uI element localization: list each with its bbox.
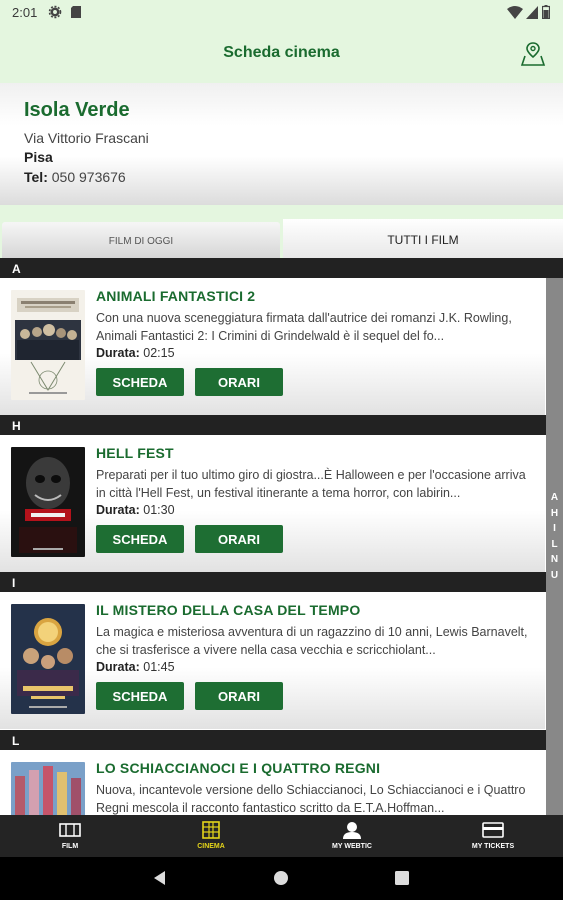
system-nav-bar <box>0 857 563 900</box>
index-letter[interactable]: N <box>546 552 563 568</box>
film-title[interactable]: HELL FEST <box>96 445 174 461</box>
nav-label: MY WEBTIC <box>332 843 372 850</box>
film-duration: Durata: 02:15 <box>96 346 175 360</box>
orari-button[interactable]: ORARI <box>195 682 283 710</box>
duration-value: 01:30 <box>143 503 175 517</box>
nav-label: FILM <box>61 843 79 850</box>
duration-label: Durata: <box>96 346 140 360</box>
phone-label: Tel: <box>24 169 48 185</box>
cinema-address: Via Vittorio Frascani <box>24 130 149 146</box>
film-description: La magica e misteriosa avventura di un r… <box>96 625 528 657</box>
film-description: Con una nuova sceneggiatura firmata dall… <box>96 311 512 343</box>
film-row[interactable]: IL MISTERO DELLA CASA DEL TEMPO La magic… <box>0 592 545 729</box>
duration-label: Durata: <box>96 660 140 674</box>
duration-label: Durata: <box>96 503 140 517</box>
recents-icon[interactable] <box>393 869 411 887</box>
app-bar: Scheda cinema <box>0 25 563 83</box>
nav-my-tickets[interactable]: MY TICKETS <box>423 815 563 857</box>
section-header: L <box>0 730 563 750</box>
film-description: Preparati per il tuo ultimo giro di gios… <box>96 468 526 500</box>
film-poster[interactable] <box>11 762 85 815</box>
person-icon <box>343 822 361 839</box>
index-letter[interactable]: U <box>546 568 563 584</box>
signal-icon <box>526 6 538 19</box>
section-header: H <box>0 415 563 435</box>
settings-icon <box>48 5 62 19</box>
film-poster[interactable] <box>11 290 85 400</box>
nav-label: MY TICKETS <box>471 843 515 850</box>
film-title[interactable]: LO SCHIACCIANOCI E I QUATTRO REGNI <box>96 760 380 776</box>
map-pin-icon[interactable] <box>519 40 547 68</box>
cinema-info-card: Isola Verde Via Vittorio Frascani Pisa T… <box>0 83 563 205</box>
nav-my-webtic[interactable]: MY WEBTIC <box>282 815 422 857</box>
nav-label: CINEMA <box>197 843 225 850</box>
film-tabs: FILM DI OGGI TUTTI I FILM <box>0 205 563 258</box>
film-duration: Durata: 01:45 <box>96 660 175 674</box>
status-time: 2:01 <box>12 5 38 20</box>
alphabet-index[interactable]: A H I L N U <box>546 490 563 583</box>
phone-value: 050 973676 <box>51 169 126 185</box>
nav-cinema[interactable]: CINEMA <box>141 815 281 857</box>
sd-card-icon <box>71 6 81 18</box>
orari-button[interactable]: ORARI <box>195 525 283 553</box>
film-poster[interactable] <box>11 447 85 557</box>
page-title: Scheda cinema <box>223 44 340 61</box>
home-icon[interactable] <box>272 869 290 887</box>
scheda-button[interactable]: SCHEDA <box>96 368 184 396</box>
cinema-city: Pisa <box>24 149 53 165</box>
wifi-icon <box>507 6 523 19</box>
index-letter[interactable]: I <box>546 521 563 537</box>
index-letter[interactable]: L <box>546 537 563 553</box>
section-header: A <box>0 258 563 278</box>
section-header: I <box>0 572 563 592</box>
index-letter[interactable]: H <box>546 506 563 522</box>
duration-value: 01:45 <box>143 660 175 674</box>
scheda-button[interactable]: SCHEDA <box>96 525 184 553</box>
film-poster[interactable] <box>11 604 85 714</box>
film-row[interactable]: LO SCHIACCIANOCI E I QUATTRO REGNI Nuova… <box>0 750 545 815</box>
tab-tutti-i-film[interactable]: TUTTI I FILM <box>283 219 563 258</box>
bottom-nav: FILM CINEMA MY WEBTIC MY TICKETS <box>0 815 563 857</box>
nav-film[interactable]: FILM <box>0 815 140 857</box>
scheda-button[interactable]: SCHEDA <box>96 682 184 710</box>
film-title[interactable]: IL MISTERO DELLA CASA DEL TEMPO <box>96 602 360 618</box>
back-icon[interactable] <box>151 869 169 887</box>
film-title[interactable]: ANIMALI FANTASTICI 2 <box>96 288 255 304</box>
film-list[interactable]: A ANIMALI FANTASTICI 2 Con una nuova sce… <box>0 258 563 815</box>
index-letter[interactable]: A <box>546 490 563 506</box>
film-icon <box>59 823 81 837</box>
film-row[interactable]: ANIMALI FANTASTICI 2 Con una nuova scene… <box>0 278 545 415</box>
status-bar: 2:01 <box>0 0 563 25</box>
battery-icon <box>542 5 550 19</box>
tab-film-di-oggi[interactable]: FILM DI OGGI <box>2 222 280 258</box>
orari-button[interactable]: ORARI <box>195 368 283 396</box>
cinema-name: Isola Verde <box>24 99 130 121</box>
cinema-phone[interactable]: Tel: 050 973676 <box>24 169 126 185</box>
duration-value: 02:15 <box>143 346 175 360</box>
film-row[interactable]: HELL FEST Preparati per il tuo ultimo gi… <box>0 435 545 572</box>
film-duration: Durata: 01:30 <box>96 503 175 517</box>
ticket-card-icon <box>482 822 504 838</box>
film-description: Nuova, incantevole versione dello Schiac… <box>96 783 526 815</box>
cinema-building-icon <box>202 821 220 839</box>
